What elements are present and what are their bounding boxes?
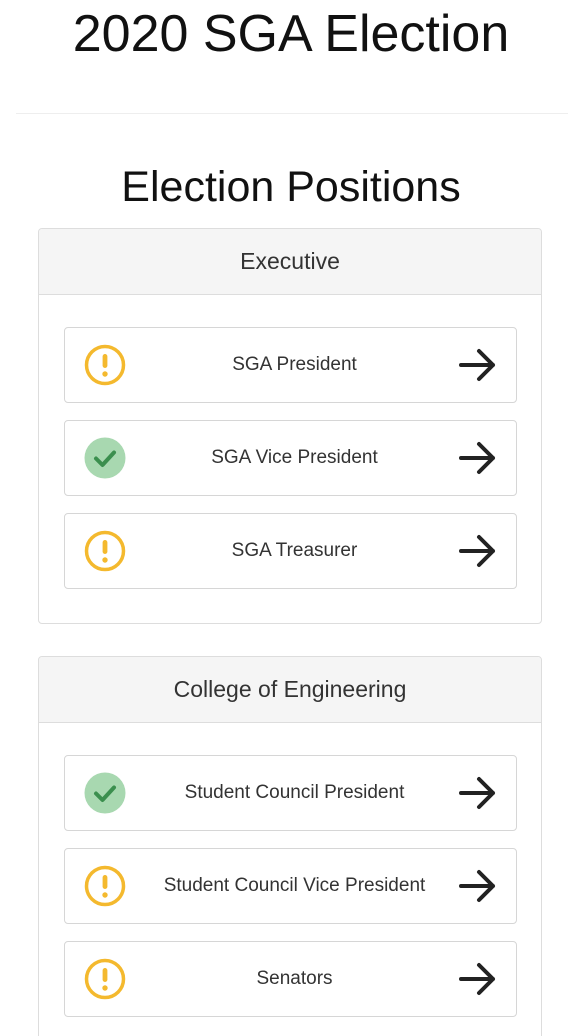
group-positions: SGA President SGA Vice President SGA Tre…	[39, 295, 541, 589]
arrow-right-icon[interactable]	[458, 868, 498, 904]
position-label: Student Council Vice President	[163, 875, 426, 896]
position-label: SGA Vice President	[211, 447, 378, 468]
position-item-sga-president[interactable]: SGA President	[64, 327, 517, 403]
arrow-right-icon[interactable]	[458, 440, 498, 476]
position-item-senators[interactable]: Senators	[64, 941, 517, 1017]
position-label: Senators	[256, 968, 333, 989]
check-circle-icon	[83, 771, 127, 815]
arrow-right-icon[interactable]	[458, 347, 498, 383]
section-heading: Election Positions	[121, 163, 461, 211]
page-title: 2020 SGA Election	[72, 5, 510, 63]
group-positions: Student Council President Student Counci…	[39, 723, 541, 1017]
position-item-sga-treasurer[interactable]: SGA Treasurer	[64, 513, 517, 589]
exclamation-circle-icon	[83, 864, 127, 908]
position-item-student-council-president[interactable]: Student Council President	[64, 755, 517, 831]
arrow-right-icon[interactable]	[458, 961, 498, 997]
check-circle-icon	[83, 436, 127, 480]
group-card-college-of-engineering: College of Engineering Student Council P…	[38, 656, 542, 1036]
position-label: SGA Treasurer	[231, 540, 358, 561]
group-header: Executive	[39, 229, 541, 295]
position-item-sga-vice-president[interactable]: SGA Vice President	[64, 420, 517, 496]
exclamation-circle-icon	[83, 529, 127, 573]
position-label: SGA President	[232, 354, 357, 375]
exclamation-circle-icon	[83, 343, 127, 387]
group-card-executive: Executive SGA President SGA Vice Preside…	[38, 228, 542, 624]
exclamation-circle-icon	[83, 957, 127, 1001]
arrow-right-icon[interactable]	[458, 533, 498, 569]
position-label: Student Council President	[184, 782, 405, 803]
group-header: College of Engineering	[39, 657, 541, 723]
arrow-right-icon[interactable]	[458, 775, 498, 811]
header-divider	[16, 113, 568, 114]
position-item-student-council-vice-president[interactable]: Student Council Vice President	[64, 848, 517, 924]
